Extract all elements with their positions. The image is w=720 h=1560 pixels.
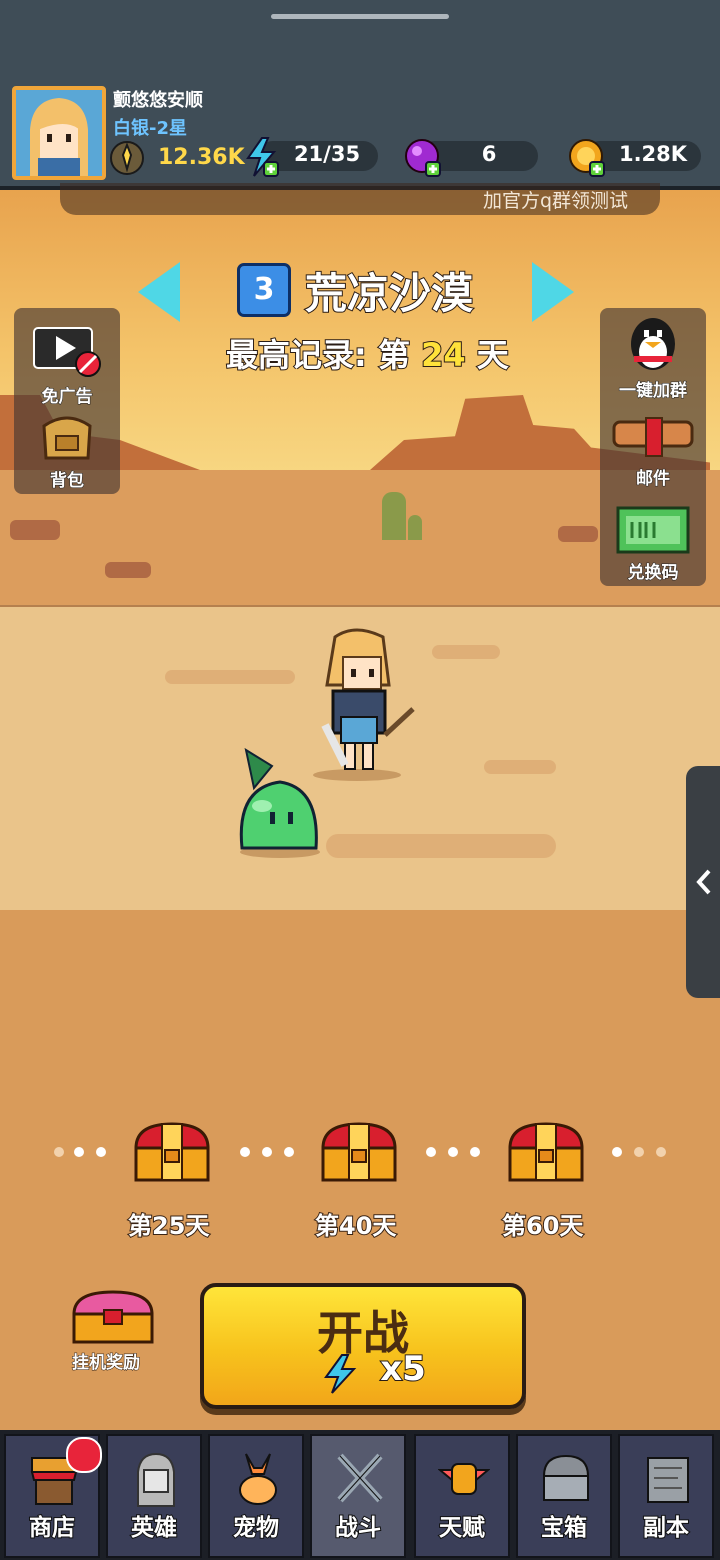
progress-dot: [426, 1147, 436, 1157]
nav-pet[interactable]: 宠物: [208, 1434, 304, 1558]
backpack-label: 背包: [50, 471, 85, 492]
sand-stripe: [326, 834, 556, 858]
gold-value: 1.28K: [618, 142, 688, 166]
no-ads-button[interactable]: 免广告: [24, 322, 110, 408]
pet-icon: [239, 1453, 277, 1505]
power-value: 12.36K: [158, 145, 245, 170]
talent-icon: [438, 1463, 490, 1495]
no-ads-label: 免广告: [41, 387, 93, 408]
notice-text: 加官方q群领测试: [482, 190, 628, 212]
redeem-code-label: 兑换码: [627, 563, 679, 584]
progress-dot: [656, 1147, 666, 1157]
progress-dot: [96, 1147, 106, 1157]
start-battle-button[interactable]: 开战 x5: [200, 1283, 526, 1409]
progress-dot: [612, 1147, 622, 1157]
gem-add-icon[interactable]: [402, 136, 444, 178]
backpack-button[interactable]: 背包: [24, 412, 110, 492]
sand-stripe: [165, 670, 295, 684]
chest-icon: [542, 1454, 590, 1501]
player-avatar[interactable]: [12, 86, 106, 180]
rock: [558, 526, 598, 542]
backpack-icon: [42, 416, 92, 460]
mail-scroll-icon: [612, 417, 694, 457]
chest-day-label: 第40天: [314, 1211, 397, 1241]
battle-icon: [337, 1453, 383, 1503]
gold-add-icon[interactable]: [566, 136, 608, 178]
prev-level-arrow[interactable]: [138, 262, 180, 322]
redeem-code-button[interactable]: 兑换码: [608, 504, 698, 584]
mail-button[interactable]: 邮件: [608, 412, 698, 490]
nav-chest-label: 宝箱: [540, 1514, 588, 1542]
record-suffix: 天: [476, 335, 510, 375]
record-days: 24: [420, 335, 467, 375]
rock: [105, 562, 151, 578]
sand-stripe: [432, 645, 500, 659]
gem-value: 6: [481, 142, 497, 166]
progress-dot: [634, 1147, 644, 1157]
hero-icon: [137, 1452, 175, 1507]
nav-battle[interactable]: 战斗: [310, 1434, 406, 1558]
dungeon-icon: [647, 1457, 689, 1503]
level-name: 荒凉沙漠: [304, 268, 474, 319]
nav-dungeon[interactable]: 副本: [618, 1434, 714, 1558]
nav-talent-label: 天赋: [438, 1514, 486, 1542]
nav-talent[interactable]: 天赋: [414, 1434, 510, 1558]
video-no-ads-icon: [33, 327, 101, 377]
nav-hero[interactable]: 英雄: [106, 1434, 202, 1558]
player-nickname: 颤悠悠安顺: [113, 90, 203, 111]
join-group-button[interactable]: 一键加群: [608, 314, 698, 402]
record-prefix: 最高记录: 第: [225, 335, 411, 375]
chest-reward-icon[interactable]: [319, 1120, 399, 1184]
chest-reward-icon[interactable]: [132, 1120, 212, 1184]
chevron-left-icon: [696, 869, 711, 895]
progress-dot: [240, 1147, 250, 1157]
side-drawer-tab[interactable]: [686, 766, 720, 998]
notification-badge: [66, 1437, 102, 1473]
nav-dungeon-label: 副本: [642, 1514, 690, 1542]
drag-handle[interactable]: [271, 14, 449, 19]
start-battle-cost: x5: [379, 1348, 427, 1390]
best-record: 最高记录: 第 24 天: [225, 330, 510, 376]
slime-enemy-icon: [239, 748, 320, 858]
progress-dot: [74, 1147, 84, 1157]
level-number-badge: 3: [237, 263, 291, 317]
redeem-ticket-icon: [616, 506, 690, 554]
rock: [10, 520, 60, 540]
progress-dot: [448, 1147, 458, 1157]
sand-stripe: [484, 760, 556, 774]
progress-dot: [54, 1147, 64, 1157]
power-icon: [110, 141, 144, 175]
nav-shop-label: 商店: [28, 1514, 76, 1542]
idle-chest-icon: [72, 1290, 154, 1344]
avatar-portrait-icon: [16, 90, 102, 176]
next-level-arrow[interactable]: [532, 262, 574, 322]
cactus-small: [408, 515, 422, 540]
penguin-icon: [631, 318, 675, 370]
progress-dot: [284, 1147, 294, 1157]
nav-pet-label: 宠物: [232, 1514, 280, 1542]
energy-add-icon[interactable]: [242, 136, 282, 178]
nav-hero-label: 英雄: [130, 1514, 178, 1542]
chest-reward-icon[interactable]: [506, 1120, 586, 1184]
player-rank: 白银-2星: [113, 118, 187, 139]
mail-label: 邮件: [636, 469, 671, 490]
nav-chest[interactable]: 宝箱: [516, 1434, 612, 1558]
join-group-label: 一键加群: [619, 381, 688, 402]
progress-dot: [470, 1147, 480, 1157]
energy-value: 21/35: [293, 142, 361, 166]
chest-day-label: 第25天: [127, 1211, 210, 1241]
idle-reward-label: 挂机奖励: [72, 1353, 141, 1374]
progress-dot: [262, 1147, 272, 1157]
chest-day-label: 第60天: [501, 1211, 584, 1241]
cactus: [382, 492, 406, 540]
nav-battle-label: 战斗: [334, 1514, 382, 1542]
